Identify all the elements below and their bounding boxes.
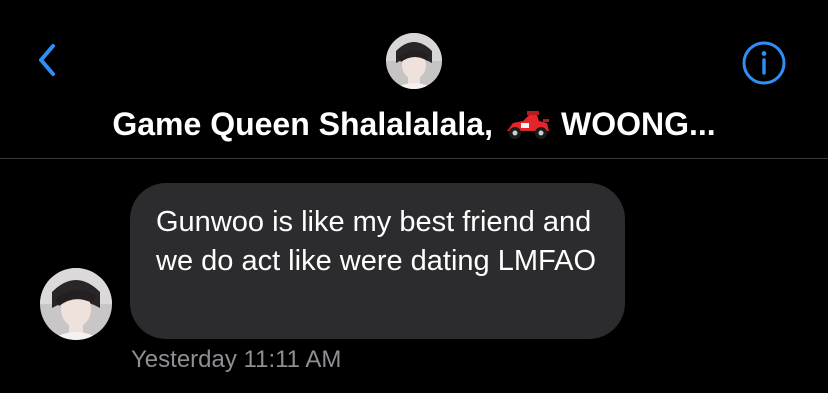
title-left: Game Queen Shalalalala, (112, 105, 493, 142)
conversation-title[interactable]: Game Queen Shalalalala, WOONG... (0, 101, 828, 147)
message-timestamp: Yesterday 11:11 AM (131, 346, 342, 373)
group-avatar[interactable] (386, 33, 442, 89)
message-text: Gunwoo is like my best friend and we do … (156, 206, 597, 277)
message-bubble[interactable]: Gunwoo is like my best friend and we do … (130, 183, 625, 339)
back-button[interactable] (30, 40, 64, 80)
race-car-icon (503, 107, 551, 141)
conversation-header: Game Queen Shalalalala, WOONG... (0, 0, 828, 158)
chevron-left-icon (39, 44, 55, 76)
header-divider (0, 158, 828, 159)
info-icon (742, 41, 786, 85)
title-right: WOONG... (560, 105, 716, 142)
info-button[interactable] (741, 40, 787, 86)
contact-avatar[interactable] (40, 268, 112, 340)
